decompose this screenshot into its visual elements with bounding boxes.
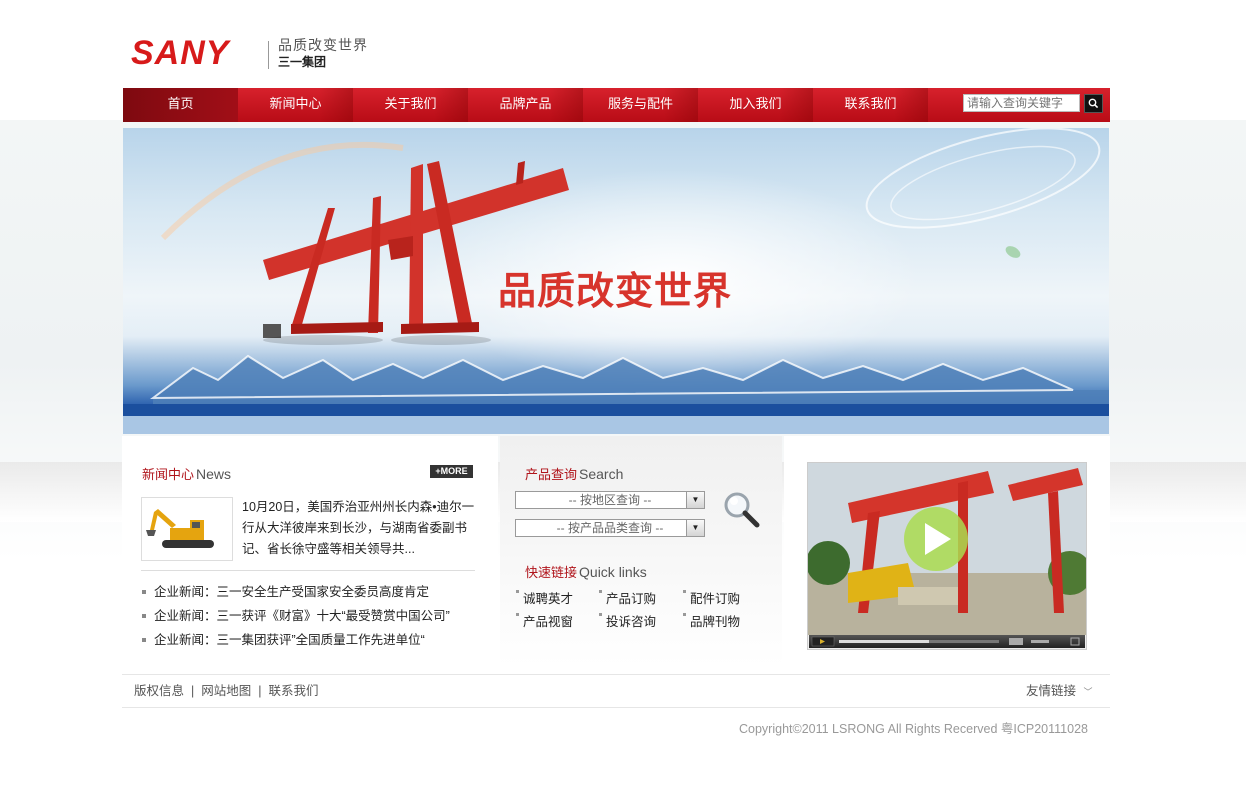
news-title-cn: 新闻中心: [142, 467, 195, 482]
news-list-item[interactable]: 企业新闻：三一集团获评”全国质量工作先进单位“: [142, 628, 482, 652]
magnifier-icon: [724, 492, 760, 528]
footer-separator: |: [191, 684, 195, 698]
news-list-item[interactable]: 企业新闻：三一获评《财富》十大“最受赞赏中国公司”: [142, 604, 482, 628]
news-divider: [141, 570, 475, 571]
quick-link-label: 诚聘英才: [523, 592, 574, 606]
nav-item-contact[interactable]: 联系我们: [813, 88, 928, 122]
news-list-item[interactable]: 企业新闻：三一安全生产受国家安全委员高度肯定: [142, 580, 482, 604]
bullet-icon: [142, 613, 146, 618]
quick-link-publications[interactable]: 品牌刊物: [683, 611, 740, 630]
logo-slogan: 品质改变世界: [278, 37, 368, 53]
quick-link-label: 配件订购: [690, 592, 741, 606]
quick-link-label: 投诉咨询: [606, 615, 657, 629]
nav-item-service[interactable]: 服务与配件: [583, 88, 698, 122]
quick-link-careers[interactable]: 诚聘英才: [516, 588, 573, 607]
logo-group-name: 三一集团: [278, 55, 327, 69]
chevron-down-icon: ﹀: [1083, 687, 1093, 697]
video-control-bar: [811, 636, 1080, 647]
quick-link-label: 品牌刊物: [690, 615, 741, 629]
nav-item-products[interactable]: 品牌产品: [468, 88, 583, 122]
search-input[interactable]: [963, 94, 1080, 112]
news-item-text: 企业新闻：三一获评《财富》十大“最受赞赏中国公司”: [154, 609, 450, 623]
excavator-image: [146, 509, 214, 548]
category-select[interactable]: -- 按产品品类查询 -- ▼: [515, 519, 705, 537]
quick-link-complaints[interactable]: 投诉咨询: [599, 611, 656, 630]
quick-links-title: 快速链接 Quick links: [525, 562, 647, 581]
quick-link-product-window[interactable]: 产品视窗: [516, 611, 573, 630]
bullet-icon: [683, 613, 686, 616]
product-search-button[interactable]: [721, 489, 763, 531]
nav-item-about[interactable]: 关于我们: [353, 88, 468, 122]
footer-link-copyright-info[interactable]: 版权信息: [134, 684, 184, 698]
video-player[interactable]: [807, 462, 1087, 650]
footer-separator: |: [258, 684, 262, 698]
hero-banner: 品质改变世界: [123, 128, 1109, 434]
banner-slogan: 品质改变世界: [498, 268, 733, 313]
main-nav: 首页 新闻中心 关于我们 品牌产品 服务与配件 加入我们 联系我们: [123, 88, 1110, 122]
news-item-text: 企业新闻：三一安全生产受国家安全委员高度肯定: [154, 585, 430, 599]
gantry-crane-graphic: [263, 161, 569, 345]
news-list: 企业新闻：三一安全生产受国家安全委员高度肯定 企业新闻：三一获评《财富》十大“最…: [142, 580, 482, 652]
video-thumbnail: [808, 463, 1086, 635]
news-title-en: News: [196, 466, 232, 482]
logo-divider: [268, 41, 269, 69]
product-search-title-en: Search: [579, 466, 624, 482]
nav-item-join[interactable]: 加入我们: [698, 88, 813, 122]
bullet-icon: [142, 589, 146, 594]
friend-links-label: 友情链接: [1026, 684, 1077, 698]
news-summary[interactable]: 10月20日，美国乔治亚州州长内森•迪尔一行从大洋彼岸来到长沙，与湖南省委副书记…: [242, 497, 482, 560]
friend-links-dropdown[interactable]: 友情链接 ﹀: [1026, 682, 1093, 701]
search-button[interactable]: [1084, 94, 1103, 113]
video-panel: [784, 436, 1110, 656]
search-icon: [1088, 98, 1099, 109]
quick-link-product-order[interactable]: 产品订购: [599, 588, 656, 607]
quick-link-parts-order[interactable]: 配件订购: [683, 588, 740, 607]
footer-links: 版权信息 | 网站地图 | 联系我们: [134, 682, 319, 700]
category-select-value: -- 按产品品类查询 --: [556, 521, 664, 535]
logo-wordmark: SANY: [131, 34, 230, 72]
bullet-icon: [599, 590, 602, 593]
bullet-icon: [683, 590, 686, 593]
footer-link-sitemap[interactable]: 网站地图: [201, 684, 251, 698]
bullet-icon: [142, 637, 146, 642]
footer-divider-bottom: [122, 707, 1110, 708]
nav-item-home[interactable]: 首页: [123, 88, 238, 122]
dropdown-arrow-icon: ▼: [686, 520, 704, 536]
product-search-panel: 产品查询 Search -- 按地区查询 -- ▼ -- 按产品品类查询 -- ▼…: [500, 436, 782, 666]
product-search-title: 产品查询 Search: [525, 464, 623, 483]
news-thumbnail[interactable]: [141, 497, 233, 561]
quick-links-title-cn: 快速链接: [525, 565, 578, 580]
footer-divider-top: [122, 674, 1110, 675]
quick-link-label: 产品订购: [606, 592, 657, 606]
product-search-title-cn: 产品查询: [525, 467, 578, 482]
news-item-text: 企业新闻：三一集团获评”全国质量工作先进单位“: [154, 633, 425, 647]
region-select[interactable]: -- 按地区查询 -- ▼: [515, 491, 705, 509]
bullet-icon: [516, 613, 519, 616]
news-more-button[interactable]: +MORE: [430, 465, 473, 478]
dropdown-arrow-icon: ▼: [686, 492, 704, 508]
news-panel: 新闻中心 News +MORE 10月20日，美国乔治亚州州长内森•迪尔一行从大洋…: [122, 436, 498, 656]
quick-link-label: 产品视窗: [523, 615, 574, 629]
video-controls: [809, 635, 1085, 648]
footer-link-contact[interactable]: 联系我们: [269, 684, 319, 698]
region-select-value: -- 按地区查询 --: [568, 493, 652, 507]
quick-links-title-en: Quick links: [579, 564, 647, 580]
copyright-text: Copyright©2011 LSRONG All Rights Recerve…: [739, 722, 1088, 736]
news-title: 新闻中心 News: [142, 464, 231, 483]
nav-item-news[interactable]: 新闻中心: [238, 88, 353, 122]
bullet-icon: [516, 590, 519, 593]
bullet-icon: [599, 613, 602, 616]
